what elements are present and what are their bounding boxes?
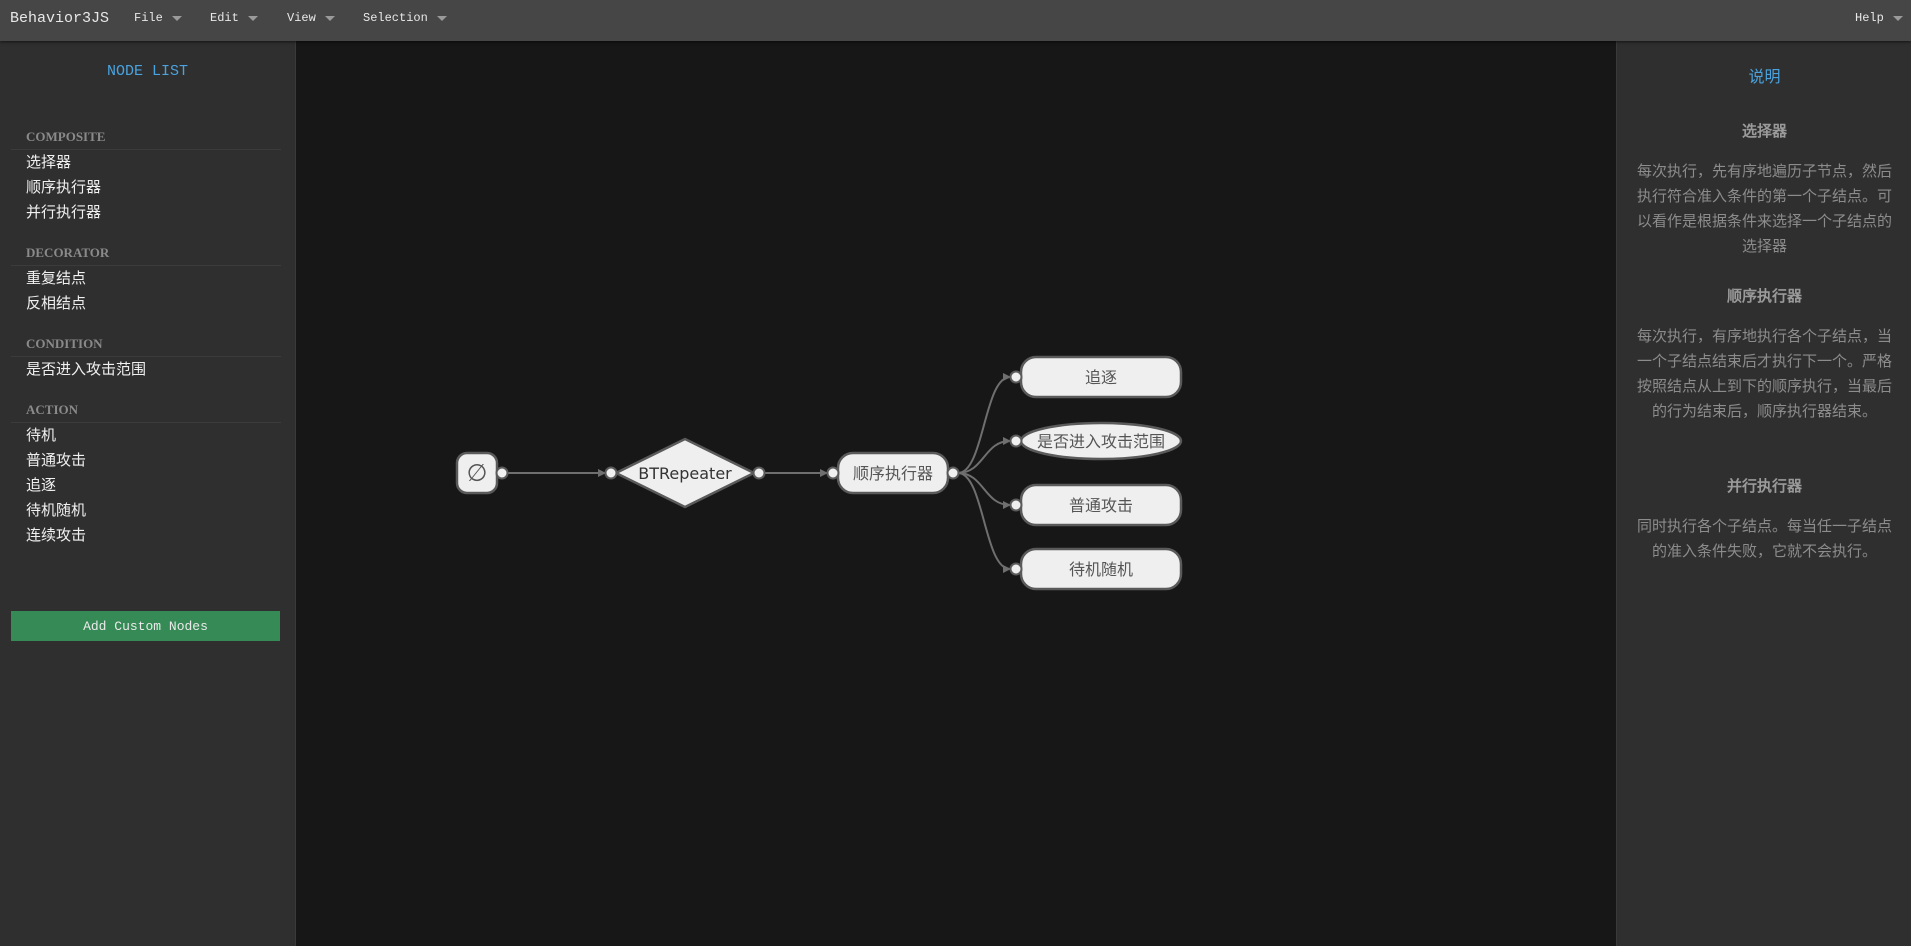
node-label: 待机随机: [1069, 560, 1133, 579]
doc-heading: 选择器: [1741, 122, 1787, 140]
doc-selector: 选择器 每次执行，先有序地遍历子节点，然后执行符合准入条件的第一个子结点。可以看…: [1637, 120, 1892, 259]
node-item-inverter[interactable]: 反相结点: [11, 291, 281, 316]
tree-node-repeater[interactable]: BTRepeater: [604, 437, 766, 509]
graph-canvas[interactable]: ∅ BTRepeater 顺序执行器 追逐是否进入攻击范围 普通攻击待机随机: [296, 41, 1616, 946]
section-condition: CONDITION 是否进入攻击范围: [11, 332, 281, 382]
caret-down-icon: [247, 16, 258, 21]
node-label: 追逐: [1085, 368, 1117, 387]
node-item-idle-random[interactable]: 待机随机: [11, 498, 281, 523]
node-item-selector[interactable]: 选择器: [11, 150, 281, 175]
section-decorator: DECORATOR 重复结点 反相结点: [11, 241, 281, 316]
tree-node-chase[interactable]: 追逐: [1009, 355, 1183, 399]
caret-down-icon: [436, 16, 447, 21]
tree-node-root[interactable]: ∅: [455, 451, 509, 495]
doc-sequence: 顺序执行器 每次执行，有序地执行各个子结点，当一个子结点结束后才执行下一个。严格…: [1637, 285, 1892, 424]
input-port[interactable]: [1009, 498, 1023, 512]
node-label: BTRepeater: [638, 464, 732, 483]
output-port[interactable]: [946, 466, 960, 480]
node-item-idle[interactable]: 待机: [11, 423, 281, 448]
caret-down-icon: [324, 16, 335, 21]
edge-sequence-inrange[interactable]: [957, 437, 1011, 474]
tree-node-sequence[interactable]: 顺序执行器: [826, 451, 960, 495]
doc-body: 每次执行，有序地执行各个子结点，当一个子结点结束后才执行下一个。严格按照结点从上…: [1637, 327, 1893, 420]
output-port[interactable]: [495, 466, 509, 480]
panel-title: 说明: [1748, 67, 1781, 86]
tree-node-attack[interactable]: 普通攻击: [1009, 483, 1183, 527]
input-port[interactable]: [1009, 434, 1023, 448]
node-label: 普通攻击: [1069, 496, 1133, 515]
doc-body: 同时执行各个子结点。每当任一子结点的准入条件失败，它就不会执行。: [1637, 517, 1893, 560]
edge-sequence-attack[interactable]: [957, 472, 1011, 509]
doc-heading: 并行执行器: [1726, 477, 1802, 495]
node-list-sidebar: NODE LIST COMPOSITE 选择器 顺序执行器 并行执行器 DECO…: [0, 41, 296, 946]
node-item-normal-attack[interactable]: 普通攻击: [11, 448, 281, 473]
app-title: Behavior3JS: [10, 10, 110, 27]
section-action: ACTION 待机 普通攻击 追逐 待机随机 连续攻击: [11, 398, 281, 548]
section-header: ACTION: [11, 398, 281, 423]
edge-sequence-chase[interactable]: [957, 373, 1011, 474]
description-panel: 说明 选择器 每次执行，先有序地遍历子节点，然后执行符合准入条件的第一个子结点。…: [1616, 41, 1911, 946]
menu-edit[interactable]: Edit: [210, 11, 258, 25]
caret-down-icon: [171, 16, 182, 21]
section-header: COMPOSITE: [11, 125, 281, 150]
doc-body: 每次执行，先有序地遍历子节点，然后执行符合准入条件的第一个子结点。可以看作是根据…: [1637, 162, 1893, 255]
node-label: 顺序执行器: [853, 464, 933, 483]
menu-view[interactable]: View: [287, 11, 335, 25]
menu-help[interactable]: Help: [1855, 11, 1903, 25]
section-header: CONDITION: [11, 332, 281, 357]
input-port[interactable]: [826, 466, 840, 480]
input-port[interactable]: [1009, 370, 1023, 384]
node-item-repeat[interactable]: 重复结点: [11, 266, 281, 291]
doc-heading: 顺序执行器: [1726, 287, 1802, 305]
add-custom-nodes-button[interactable]: Add Custom Nodes: [11, 611, 280, 641]
doc-parallel: 并行执行器 同时执行各个子结点。每当任一子结点的准入条件失败，它就不会执行。: [1637, 475, 1892, 564]
menu-bar: Behavior3JS File Edit View Selection Hel…: [0, 0, 1911, 41]
input-port[interactable]: [604, 466, 618, 480]
menu-selection[interactable]: Selection: [363, 11, 447, 25]
menu-label: Edit: [210, 11, 239, 25]
root-empty-set-icon: ∅: [467, 459, 488, 487]
section-composite: COMPOSITE 选择器 顺序执行器 并行执行器: [11, 125, 281, 225]
sidebar-title: NODE LIST: [106, 63, 188, 80]
input-port[interactable]: [1009, 562, 1023, 576]
tree-node-inrange[interactable]: 是否进入攻击范围: [1009, 421, 1183, 461]
tree-node-idle_random[interactable]: 待机随机: [1009, 547, 1183, 591]
node-item-sequence[interactable]: 顺序执行器: [11, 175, 281, 200]
menu-label: Selection: [363, 11, 428, 25]
node-item-combo-attack[interactable]: 连续攻击: [11, 523, 281, 548]
menu-file[interactable]: File: [134, 11, 182, 25]
section-header: DECORATOR: [11, 241, 281, 266]
node-item-chase[interactable]: 追逐: [11, 473, 281, 498]
behavior-tree-graph: ∅ BTRepeater 顺序执行器 追逐是否进入攻击范围普通攻击待机随机: [455, 355, 1183, 591]
menu-label: View: [287, 11, 316, 25]
menu-label: Help: [1855, 11, 1884, 25]
caret-down-icon: [1892, 16, 1903, 21]
edge-sequence-idle_random[interactable]: [957, 472, 1011, 573]
output-port[interactable]: [752, 466, 766, 480]
menu-label: File: [134, 11, 163, 25]
node-label: 是否进入攻击范围: [1037, 432, 1165, 451]
node-item-parallel[interactable]: 并行执行器: [11, 200, 281, 225]
node-item-in-attack-range[interactable]: 是否进入攻击范围: [11, 357, 281, 382]
